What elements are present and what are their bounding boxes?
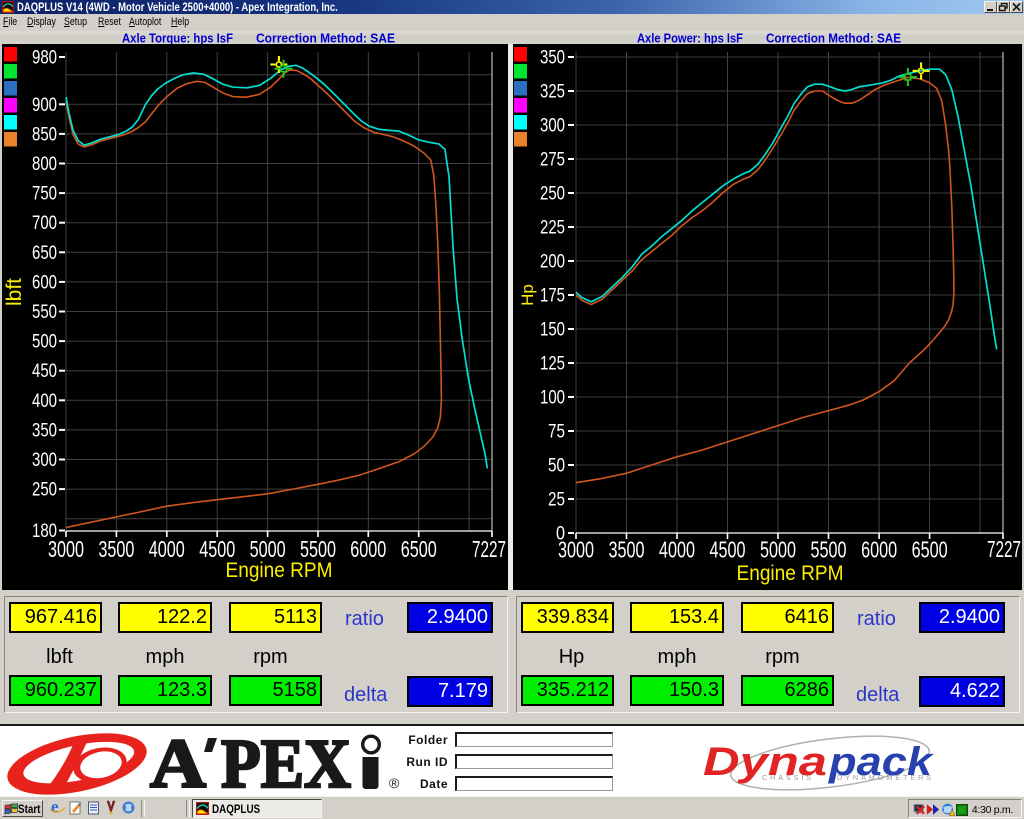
svg-text:A: A — [150, 726, 206, 796]
svg-text:500: 500 — [32, 332, 57, 353]
svg-text:Engine RPM: Engine RPM — [226, 559, 333, 582]
svg-text:4000: 4000 — [659, 537, 695, 563]
svg-text:300: 300 — [540, 116, 565, 137]
svg-text:25: 25 — [548, 490, 565, 511]
svg-text:5500: 5500 — [811, 537, 847, 563]
svg-text:6500: 6500 — [401, 536, 437, 562]
svg-text:350: 350 — [540, 48, 565, 69]
svg-text:7227: 7227 — [987, 536, 1021, 562]
svg-text:6000: 6000 — [350, 536, 386, 562]
svg-text:300: 300 — [32, 450, 57, 471]
svg-text:800: 800 — [32, 154, 57, 175]
svg-text:PEX: PEX — [221, 726, 351, 796]
svg-text:650: 650 — [32, 243, 57, 264]
svg-text:3500: 3500 — [609, 537, 645, 563]
svg-text:450: 450 — [32, 361, 57, 382]
svg-text:900: 900 — [32, 95, 57, 116]
svg-text:lbft: lbft — [3, 278, 26, 306]
svg-text:Engine RPM: Engine RPM — [737, 562, 844, 585]
svg-text:4000: 4000 — [149, 536, 185, 562]
svg-text:250: 250 — [32, 480, 57, 501]
svg-text:980: 980 — [32, 48, 57, 69]
svg-text:600: 600 — [32, 272, 57, 293]
svg-text:50: 50 — [548, 456, 565, 477]
svg-text:5000: 5000 — [760, 537, 796, 563]
svg-text:125: 125 — [540, 354, 565, 375]
svg-text:Correction Method: SAE: Correction Method: SAE — [766, 31, 901, 45]
svg-text:100: 100 — [540, 388, 565, 409]
svg-text:225: 225 — [540, 218, 565, 239]
svg-text:850: 850 — [32, 124, 57, 145]
svg-text:350: 350 — [32, 420, 57, 441]
svg-text:Hp: Hp — [518, 284, 537, 306]
svg-text:6000: 6000 — [861, 537, 897, 563]
svg-text:150: 150 — [540, 320, 565, 341]
svg-text:750: 750 — [32, 184, 57, 205]
svg-text:325: 325 — [540, 82, 565, 103]
svg-text:4500: 4500 — [710, 537, 746, 563]
svg-text:550: 550 — [32, 302, 57, 323]
svg-text:Correction Method: SAE: Correction Method: SAE — [256, 31, 395, 45]
svg-text:CHASSIS: CHASSIS — [762, 773, 814, 782]
svg-text:200: 200 — [540, 252, 565, 273]
svg-text:3500: 3500 — [98, 536, 134, 562]
svg-text:75: 75 — [548, 422, 565, 443]
svg-text:400: 400 — [32, 391, 57, 412]
svg-text:250: 250 — [540, 184, 565, 205]
svg-text:Axle Power: hps IsF: Axle Power: hps IsF — [637, 31, 743, 45]
svg-text:Axle Torque: hps IsF: Axle Torque: hps IsF — [122, 31, 233, 45]
svg-text:3000: 3000 — [48, 536, 84, 562]
svg-text:700: 700 — [32, 213, 57, 234]
svg-text:175: 175 — [540, 286, 565, 307]
svg-text:7227: 7227 — [472, 536, 506, 562]
svg-text:DYNAMOMETERS: DYNAMOMETERS — [837, 773, 934, 782]
svg-text:3000: 3000 — [558, 537, 594, 563]
svg-text:275: 275 — [540, 150, 565, 171]
svg-text:6500: 6500 — [912, 537, 948, 563]
